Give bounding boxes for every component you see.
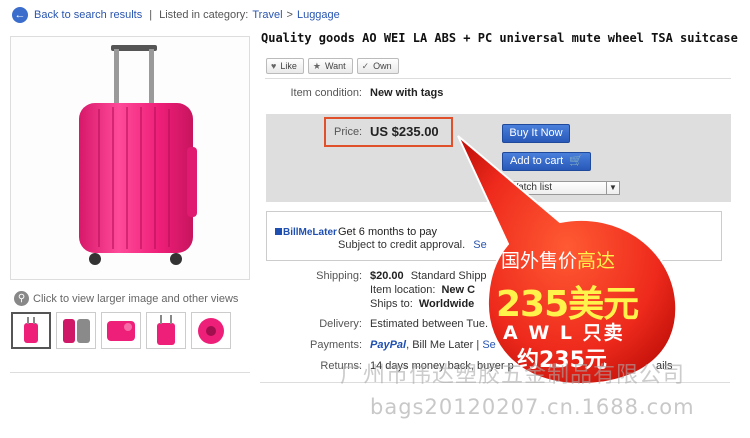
like-button[interactable]: ♥ Like — [266, 58, 304, 74]
site-watermark: bags20120207.cn.1688.com — [370, 395, 695, 419]
back-arrow-icon[interactable]: ← — [12, 7, 28, 23]
bill-me-later-approval: Subject to credit approval. — [338, 239, 466, 251]
main-product-image[interactable] — [10, 36, 250, 280]
ad-headline: 国外售价高达 — [501, 246, 615, 273]
payments-see-link[interactable]: Se — [482, 339, 495, 351]
back-to-search-link[interactable]: Back to search results — [34, 9, 142, 21]
paypal-logo: PayPal — [370, 339, 407, 351]
ad-headline-white: 国外售价 — [501, 250, 578, 272]
watch-list-label: Watch list — [509, 182, 552, 193]
condition-label: Item condition: — [290, 87, 362, 99]
thumbnail-3[interactable] — [101, 312, 141, 349]
item-location-value: New C — [441, 284, 476, 296]
company-watermark: 广州市伟达塑胶五金制品有限公司 — [340, 363, 686, 388]
magnifier-icon: ⚲ — [14, 291, 29, 306]
ships-to-value: Worldwide — [418, 298, 475, 310]
item-location-label: Item location: — [370, 284, 436, 296]
shipping-value: $20.00 Standard Shipp — [370, 270, 487, 282]
chevron-down-icon[interactable]: ▼ — [606, 182, 619, 194]
payments-methods: , Bill Me Later | — [406, 339, 480, 351]
suitcase-image — [79, 45, 197, 265]
breadcrumb: ← Back to search results | Listed in cat… — [12, 6, 340, 24]
item-title: Quality goods AO WEI LA ABS + PC univers… — [261, 31, 738, 45]
thumbnail-4[interactable] — [146, 312, 186, 349]
thumbs-up-icon: ♥ — [271, 61, 277, 71]
ad-brand-line: A W L 只卖 — [503, 322, 625, 344]
condition-value: New with tags — [370, 87, 444, 99]
shipping-cost: $20.00 — [370, 270, 404, 282]
own-label: Own — [373, 61, 392, 71]
ships-to: Ships to: Worldwide — [370, 298, 474, 310]
bill-me-later-headline: Get 6 months to pay — [338, 226, 438, 238]
enlarge-image-link[interactable]: ⚲ Click to view larger image and other v… — [14, 291, 238, 306]
gallery-divider — [10, 372, 250, 373]
bill-me-later-logo-text: BillMeLater — [283, 227, 337, 238]
price-label: Price: — [334, 126, 363, 138]
ad-headline-yellow: 高达 — [577, 250, 616, 272]
delivery-value: Estimated between Tue. — [370, 318, 488, 330]
checkmark-icon: ✓ — [361, 60, 370, 71]
add-to-cart-button[interactable]: Add to cart 🛒 — [502, 152, 591, 171]
bill-me-later-subtext: Subject to credit approval. Se — [338, 239, 487, 251]
breadcrumb-divider: | — [149, 9, 153, 21]
buy-it-now-button[interactable]: Buy It Now — [502, 124, 570, 143]
category-luggage-link[interactable]: Luggage — [297, 9, 340, 21]
delivery-label: Delivery: — [319, 318, 362, 330]
like-label: Like — [280, 61, 297, 71]
want-label: Want — [324, 61, 346, 71]
shipping-label: Shipping: — [316, 270, 362, 282]
delivery-estimate: Estimated between Tue. — [370, 318, 489, 330]
payments-label: Payments: — [310, 339, 362, 351]
want-button[interactable]: ★ Want — [307, 58, 353, 74]
thumbnail-strip — [11, 312, 231, 349]
price-value: US $235.00 — [370, 124, 439, 139]
own-button[interactable]: ✓ Own — [356, 58, 399, 74]
category-travel-link[interactable]: Travel — [252, 9, 282, 21]
add-to-cart-label: Add to cart — [510, 155, 564, 167]
bill-me-later-see-link[interactable]: Se — [473, 239, 486, 251]
shipping-method: Standard Shipp — [410, 270, 487, 282]
bill-me-later-logo: BillMeLater — [275, 227, 337, 238]
breadcrumb-chevron: > — [286, 9, 293, 21]
ships-to-label: Ships to: — [370, 298, 413, 310]
cart-icon: 🛒 — [569, 155, 583, 167]
watch-list-button[interactable]: Watch list ▼ — [502, 181, 620, 195]
item-location: Item location: New C — [370, 284, 475, 296]
listed-in-label: Listed in category: — [159, 9, 249, 21]
check-icon — [275, 228, 282, 235]
payments-value: PayPal, Bill Me Later | Se — [370, 339, 496, 351]
thumbnail-2[interactable] — [56, 312, 96, 349]
enlarge-image-label: Click to view larger image and other vie… — [33, 292, 239, 305]
title-divider — [265, 78, 731, 79]
thumbnail-1[interactable] — [11, 312, 51, 349]
thumbnail-5[interactable] — [191, 312, 231, 349]
social-buttons: ♥ Like ★ Want ✓ Own — [266, 58, 399, 74]
star-icon: ★ — [312, 60, 321, 71]
